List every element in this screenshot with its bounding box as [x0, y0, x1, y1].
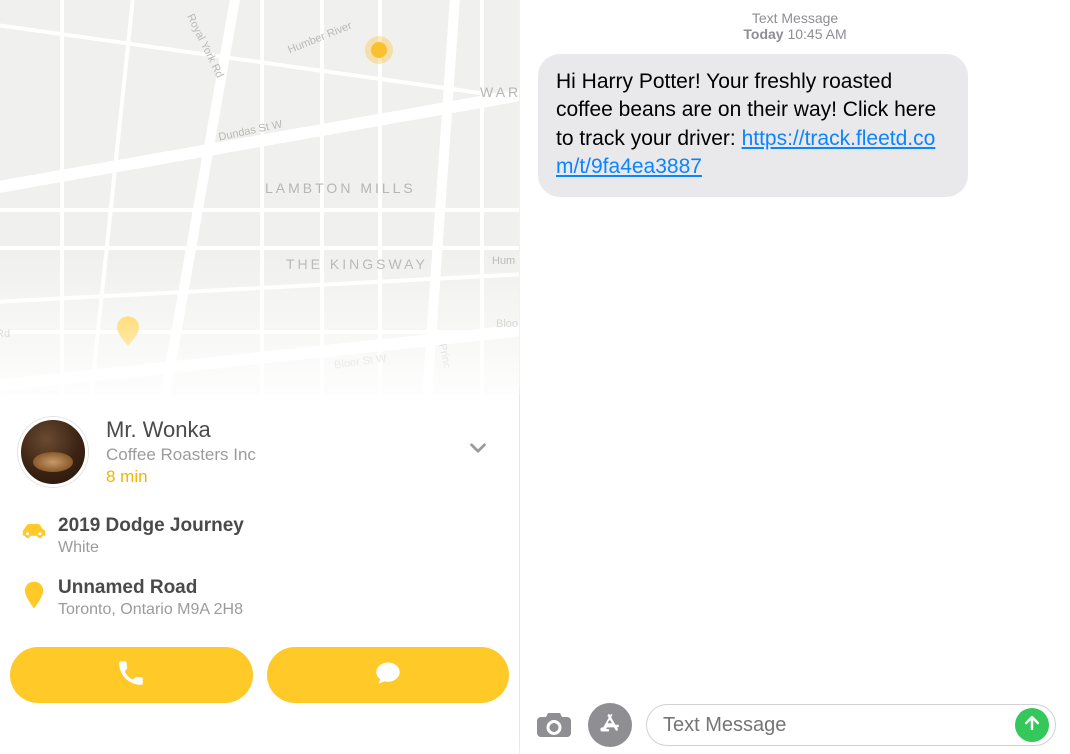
message-composer: [520, 698, 1070, 754]
vehicle-color: White: [58, 539, 244, 557]
map-destination-pin[interactable]: [117, 316, 139, 346]
destination-address: Toronto, Ontario M9A 2H8: [58, 601, 243, 619]
map-driver-marker[interactable]: [371, 42, 387, 58]
driver-name: Mr. Wonka: [106, 417, 256, 443]
message-input-container[interactable]: [646, 704, 1056, 746]
message-timestamp: Text Message Today 10:45 AM: [520, 0, 1070, 48]
timestamp-kind: Text Message: [520, 10, 1070, 26]
pin-icon: [10, 577, 58, 609]
vehicle-row: 2019 Dodge Journey White: [0, 505, 519, 567]
incoming-message-bubble[interactable]: Hi Harry Potter! Your freshly roasted co…: [538, 54, 968, 197]
tracking-app: LAMBTON MILLS THE KINGSWAY WARI Royal Yo…: [0, 0, 520, 754]
tracking-map[interactable]: LAMBTON MILLS THE KINGSWAY WARI Royal Yo…: [0, 0, 519, 395]
driver-avatar: [18, 417, 88, 487]
vehicle-title: 2019 Dodge Journey: [58, 515, 244, 537]
phone-icon: [117, 659, 145, 692]
destination-row: Unnamed Road Toronto, Ontario M9A 2H8: [0, 567, 519, 629]
camera-button[interactable]: [534, 710, 574, 740]
call-driver-button[interactable]: [10, 647, 253, 703]
send-button[interactable]: [1015, 708, 1049, 742]
driver-eta: 8 min: [106, 467, 256, 487]
message-driver-button[interactable]: [267, 647, 510, 703]
map-label-lambton-mills: LAMBTON MILLS: [265, 180, 416, 196]
tracking-info-sheet: Mr. Wonka Coffee Roasters Inc 8 min 2019…: [0, 395, 519, 754]
timestamp-today: Today: [743, 26, 783, 42]
app-store-icon: [597, 710, 623, 741]
map-street-hum: Hum: [492, 255, 515, 267]
map-label-the-kingsway: THE KINGSWAY: [286, 256, 428, 272]
arrow-up-icon: [1022, 713, 1042, 738]
driver-company: Coffee Roasters Inc: [106, 445, 256, 465]
app-store-button[interactable]: [588, 703, 632, 747]
car-icon: [10, 515, 58, 541]
chat-icon: [374, 659, 402, 692]
timestamp-time: 10:45 AM: [787, 26, 846, 42]
destination-title: Unnamed Road: [58, 577, 243, 599]
message-input[interactable]: [663, 714, 1015, 737]
map-street-prince: Princ: [436, 342, 453, 369]
messages-app: Text Message Today 10:45 AM Hi Harry Pot…: [520, 0, 1070, 754]
map-label-warden: WARI: [480, 84, 519, 100]
chevron-down-icon[interactable]: [465, 435, 491, 466]
map-street-bloo: Bloo: [496, 318, 518, 330]
driver-header[interactable]: Mr. Wonka Coffee Roasters Inc 8 min: [0, 413, 519, 505]
map-street-rd: Rd: [0, 328, 10, 340]
map-street-royal-york: Royal York Rd: [184, 12, 225, 80]
